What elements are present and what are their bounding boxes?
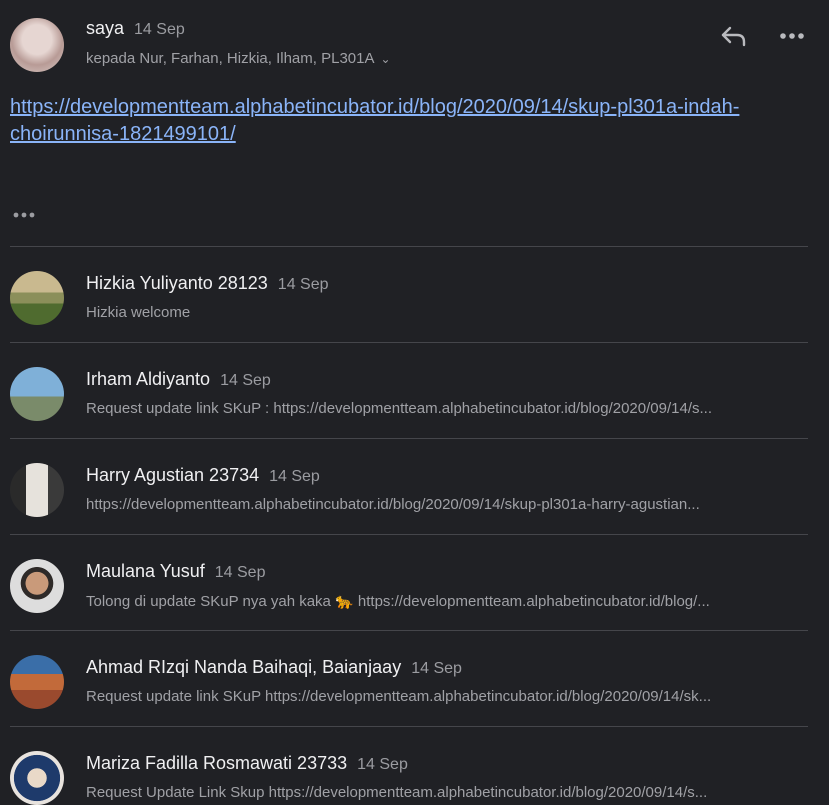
chevron-down-icon[interactable]: ⌄	[381, 52, 391, 66]
reply-item[interactable]: Mariza Fadilla Rosmawati 23733 14 Sep Req…	[0, 727, 829, 805]
avatar	[10, 751, 64, 805]
reply-item[interactable]: Ahmad RIzqi Nanda Baihaqi, Baianjaay 14 S…	[0, 631, 829, 726]
reply-sender: Mariza Fadilla Rosmawati 23733	[86, 753, 348, 773]
reply-sender: Ahmad RIzqi Nanda Baihaqi, Baianjaay	[86, 657, 402, 677]
sender-line[interactable]: saya 14 Sep	[86, 18, 185, 39]
reply-date: 14 Sep	[411, 660, 462, 677]
reply-preview: https://developmentteam.alphabetincubato…	[86, 496, 700, 513]
message-header: saya 14 Sep kepada Nur, Farhan, Hizkia, I…	[0, 0, 829, 90]
avatar	[10, 559, 64, 613]
sender-name: saya	[86, 18, 125, 38]
show-trimmed-content-icon[interactable]	[12, 208, 38, 222]
reply-preview: Hizkia welcome	[86, 304, 191, 321]
reply-sender: Harry Agustian 23734	[86, 465, 260, 485]
message-link[interactable]: https://developmentteam.alphabetincubato…	[10, 94, 800, 148]
reply-date: 14 Sep	[277, 276, 329, 293]
reply-date: 14 Sep	[357, 756, 408, 773]
reply-sender: Hizkia Yuliyanto 28123	[86, 273, 268, 293]
reply-item[interactable]: Harry Agustian 23734 14 Sep https://devel…	[0, 439, 829, 534]
avatar	[10, 655, 64, 709]
reply-item[interactable]: Irham Aldiyanto 14 Sep Request update lin…	[0, 343, 829, 438]
reply-date: 14 Sep	[220, 372, 271, 389]
reply-item[interactable]: Hizkia Yuliyanto 28123 14 Sep Hizkia welc…	[0, 247, 829, 342]
avatar	[10, 367, 64, 421]
reply-icon[interactable]	[718, 22, 750, 50]
reply-preview: Tolong di update SKuP nya yah kaka 🐆 htt…	[86, 593, 710, 610]
recipients-text: kepada Nur, Farhan, Hizkia, Ilham, PL301…	[86, 50, 375, 67]
message-date: 14 Sep	[134, 21, 185, 38]
reply-preview: Request update link SKuP : https://devel…	[86, 400, 712, 417]
more-icon[interactable]	[777, 22, 807, 50]
avatar	[10, 271, 64, 325]
avatar	[10, 463, 64, 517]
sender-avatar[interactable]	[10, 18, 64, 72]
reply-preview: Request Update Link Skup https://develop…	[86, 784, 708, 801]
reply-date: 14 Sep	[269, 468, 320, 485]
reply-date: 14 Sep	[214, 564, 266, 581]
reply-sender: Irham Aldiyanto	[86, 369, 211, 389]
reply-preview: Request update link SKuP https://develop…	[86, 688, 712, 705]
recipients[interactable]: kepada Nur, Farhan, Hizkia, Ilham, PL301…	[86, 50, 391, 67]
reply-sender: Maulana Yusuf	[86, 561, 205, 581]
reply-item[interactable]: Maulana Yusuf 14 Sep Tolong di update SKu…	[0, 535, 829, 630]
